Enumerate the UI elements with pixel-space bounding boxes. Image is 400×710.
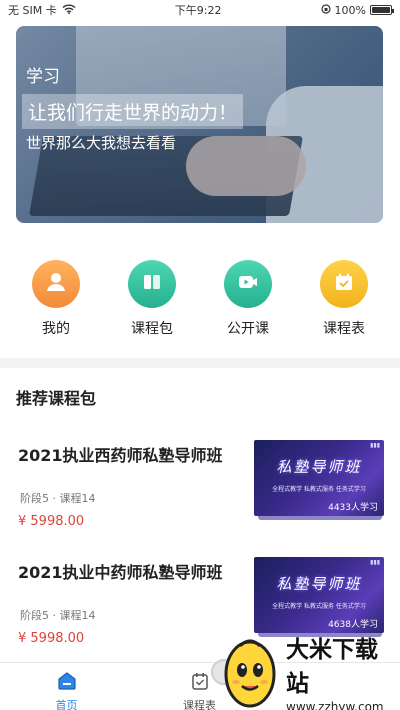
video-icon <box>236 270 260 298</box>
course-thumbnail[interactable]: ▮▮▮ 私塾导师班 全程式教学 私教式服务 任务式学习 4433人学习 <box>254 440 384 516</box>
recommend-section: 推荐课程包 2021执业西药师私塾导师班 阶段5 · 课程14 ¥ 5998.0… <box>0 368 400 662</box>
nav-item-schedule[interactable]: 课程表 <box>301 260 387 338</box>
battery-icon <box>370 5 394 15</box>
course-title: 2021执业西药师私塾导师班 <box>18 446 223 465</box>
calendar-icon <box>332 270 356 298</box>
nav-item-course-pack[interactable]: 课程包 <box>109 260 195 338</box>
watermark-mascot-icon <box>210 632 282 710</box>
nav-label-schedule: 课程表 <box>323 321 365 337</box>
nav-circle-open-class <box>224 260 272 308</box>
thumb-learners: 4433人学习 <box>328 503 378 513</box>
tab-home[interactable]: 首页 <box>0 663 133 710</box>
nav-circle-course-pack <box>128 260 176 308</box>
thumb-shadow <box>258 516 382 520</box>
course-thumbnail[interactable]: ▮▮▮ 私塾导师班 全程式教学 私教式服务 任务式学习 4638人学习 <box>254 557 384 633</box>
banner-tag: 学习 <box>26 67 60 87</box>
home-icon <box>56 671 78 695</box>
course-meta: 阶段5 · 课程14 <box>20 609 96 622</box>
watermark-title: 大米下载站 <box>286 637 378 697</box>
banner-title: 让我们行走世界的动力！ <box>22 94 244 129</box>
status-left: 无 SIM 卡 <box>8 2 76 18</box>
course-meta: 阶段5 · 课程14 <box>20 492 96 505</box>
nav-circle-mine <box>32 260 80 308</box>
recommend-title: 推荐课程包 <box>16 389 97 408</box>
course-card[interactable]: 2021执业西药师私塾导师班 阶段5 · 课程14 ¥ 5998.00 ▮▮▮ … <box>0 438 400 538</box>
rotation-lock-icon <box>320 3 331 17</box>
watermark: 大米下载站 www.zzhyw.com <box>200 624 400 710</box>
nav-label-course-pack: 课程包 <box>131 321 173 337</box>
status-bar: 无 SIM 卡 下午9:22 100% <box>0 0 400 20</box>
thumb-slogan: 全程式教学 私教式服务 任务式学习 <box>272 603 366 610</box>
carrier-text: 无 SIM 卡 <box>8 4 57 17</box>
thumb-brand-logo: ▮▮▮ <box>370 559 380 566</box>
watermark-url: www.zzhyw.com <box>286 700 384 710</box>
status-right: 100% <box>320 3 394 17</box>
course-price: ¥ 5998.00 <box>18 514 85 529</box>
course-price: ¥ 5998.00 <box>18 631 85 646</box>
watermark-text: 大米下载站 www.zzhyw.com <box>286 630 400 710</box>
thumb-brand-logo: ▮▮▮ <box>370 442 380 449</box>
banner-subtitle: 世界那么大我想去看看 <box>26 134 177 152</box>
thumb-title: 私塾导师班 <box>276 575 362 593</box>
nav-circle-schedule <box>320 260 368 308</box>
book-icon <box>140 270 164 298</box>
tab-home-label: 首页 <box>55 699 78 710</box>
thumb-slogan: 全程式教学 私教式服务 任务式学习 <box>272 486 366 493</box>
battery-fill <box>372 7 390 13</box>
nav-label-open-class: 公开课 <box>227 321 269 337</box>
course-title: 2021执业中药师私塾导师班 <box>18 563 223 582</box>
wifi-icon <box>62 4 76 17</box>
quick-nav: 我的 课程包 公开课 课程表 <box>0 260 400 338</box>
banner[interactable]: 学习 让我们行走世界的动力！ 世界那么大我想去看看 <box>16 26 383 223</box>
status-time: 下午9:22 <box>174 4 222 17</box>
battery-percent: 100% <box>334 3 366 17</box>
thumb-title: 私塾导师班 <box>276 458 362 476</box>
top-section: 学习 让我们行走世界的动力！ 世界那么大我想去看看 我的 课程包 公开课 课程表 <box>0 20 400 358</box>
nav-label-mine: 我的 <box>42 321 70 337</box>
nav-item-open-class[interactable]: 公开课 <box>205 260 291 338</box>
user-icon <box>43 269 69 299</box>
nav-item-mine[interactable]: 我的 <box>13 260 99 338</box>
